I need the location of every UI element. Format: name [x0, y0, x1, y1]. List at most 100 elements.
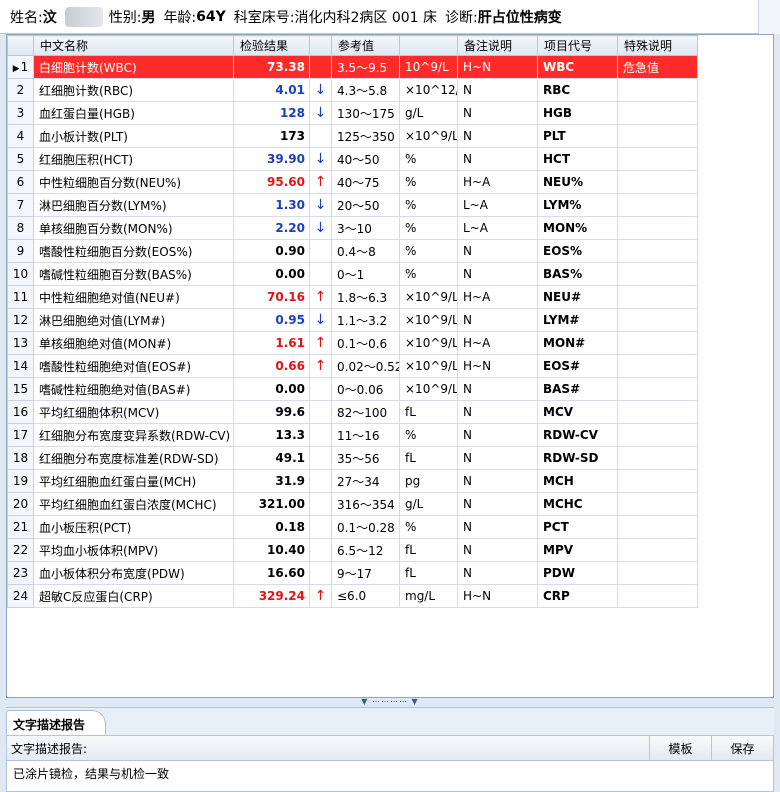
unit[interactable]: ×10^9/L: [399, 377, 458, 401]
item-code[interactable]: BAS#: [537, 377, 618, 401]
test-result[interactable]: 10.40: [233, 538, 310, 562]
unit[interactable]: %: [399, 515, 458, 539]
test-name[interactable]: 平均红细胞血红蛋白浓度(MCHC): [33, 492, 234, 516]
special-note[interactable]: [617, 515, 698, 539]
remark[interactable]: H~A: [457, 331, 538, 355]
remark[interactable]: N: [457, 446, 538, 470]
special-note[interactable]: [617, 285, 698, 309]
item-code[interactable]: WBC: [537, 55, 618, 79]
row-number[interactable]: 16: [7, 400, 34, 424]
item-code[interactable]: HCT: [537, 147, 618, 171]
special-note[interactable]: [617, 469, 698, 493]
table-row[interactable]: 7 淋巴细胞百分数(LYM%) 1.30 ↓ 20～50% L~A LYM%: [7, 193, 698, 217]
item-code[interactable]: PCT: [537, 515, 618, 539]
item-code[interactable]: MON%: [537, 216, 618, 240]
unit[interactable]: fL: [399, 538, 458, 562]
reference-range[interactable]: 3～10: [331, 216, 400, 240]
unit[interactable]: ×10^9/L: [399, 285, 458, 309]
test-result[interactable]: 31.9: [233, 469, 310, 493]
unit[interactable]: g/L: [399, 492, 458, 516]
item-code[interactable]: HGB: [537, 101, 618, 125]
remark[interactable]: N: [457, 492, 538, 516]
reference-range[interactable]: 11～16: [331, 423, 400, 447]
item-code[interactable]: BAS%: [537, 262, 618, 286]
flag-cell[interactable]: [309, 515, 332, 539]
arrow-up-icon[interactable]: ↑: [309, 354, 332, 378]
test-result[interactable]: 0.18: [233, 515, 310, 539]
test-name[interactable]: 中性粒细胞绝对值(NEU#): [33, 285, 234, 309]
flag-cell[interactable]: [309, 469, 332, 493]
header-flag[interactable]: [309, 35, 332, 56]
item-code[interactable]: LYM%: [537, 193, 618, 217]
test-result[interactable]: 1.61: [233, 331, 310, 355]
table-row[interactable]: 11 中性粒细胞绝对值(NEU#) 70.16 ↑ 1.8～6.3 ×10^9/L H~A N…: [7, 285, 698, 309]
arrow-up-icon[interactable]: ↑: [309, 285, 332, 309]
test-name[interactable]: 平均红细胞体积(MCV): [33, 400, 234, 424]
test-result[interactable]: 0.00: [233, 377, 310, 401]
tab-text-report[interactable]: 文字描述报告: [6, 710, 106, 736]
table-row[interactable]: 18 红细胞分布宽度标准差(RDW-SD) 49.1 35～56 fL N RDW-SD: [7, 446, 698, 470]
unit[interactable]: fL: [399, 400, 458, 424]
reference-range[interactable]: 40～50: [331, 147, 400, 171]
item-code[interactable]: PDW: [537, 561, 618, 585]
test-result[interactable]: 173: [233, 124, 310, 148]
test-name[interactable]: 嗜酸性粒细胞百分数(EOS%): [33, 239, 234, 263]
test-result[interactable]: 4.01: [233, 78, 310, 102]
remark[interactable]: N: [457, 101, 538, 125]
row-number[interactable]: 2: [7, 78, 34, 102]
reference-range[interactable]: 27～34: [331, 469, 400, 493]
special-note[interactable]: [617, 446, 698, 470]
save-button[interactable]: 保存: [711, 736, 773, 760]
special-note[interactable]: [617, 423, 698, 447]
flag-cell[interactable]: [309, 55, 332, 79]
special-note[interactable]: [617, 377, 698, 401]
item-code[interactable]: RDW-CV: [537, 423, 618, 447]
item-code[interactable]: MPV: [537, 538, 618, 562]
unit[interactable]: pg: [399, 469, 458, 493]
header-result[interactable]: 检验结果: [233, 35, 310, 56]
flag-cell[interactable]: [309, 492, 332, 516]
test-name[interactable]: 单核细胞百分数(MON%): [33, 216, 234, 240]
row-number[interactable]: 12: [7, 308, 34, 332]
table-row[interactable]: 17 红细胞分布宽度变异系数(RDW-CV) 13.3 11～16% N RDW-CV: [7, 423, 698, 447]
item-code[interactable]: MCH: [537, 469, 618, 493]
item-code[interactable]: EOS%: [537, 239, 618, 263]
remark[interactable]: N: [457, 423, 538, 447]
remark[interactable]: N: [457, 515, 538, 539]
special-note[interactable]: [617, 216, 698, 240]
remark[interactable]: N: [457, 124, 538, 148]
unit[interactable]: ×10^9/L: [399, 331, 458, 355]
reference-range[interactable]: ≤6.0: [331, 584, 400, 608]
table-row[interactable]: 12 淋巴细胞绝对值(LYM#) 0.95 ↓ 1.1～3.2 ×10^9/L N LYM#: [7, 308, 698, 332]
test-name[interactable]: 嗜酸性粒细胞绝对值(EOS#): [33, 354, 234, 378]
test-name[interactable]: 红细胞计数(RBC): [33, 78, 234, 102]
item-code[interactable]: MON#: [537, 331, 618, 355]
reference-range[interactable]: 316～354: [331, 492, 400, 516]
remark[interactable]: L~A: [457, 216, 538, 240]
table-row[interactable]: 19 平均红细胞血红蛋白量(MCH) 31.9 27～34 pg N MCH: [7, 469, 698, 493]
row-number[interactable]: 14: [7, 354, 34, 378]
remark[interactable]: H~N: [457, 55, 538, 79]
row-number[interactable]: 9: [7, 239, 34, 263]
splitter-grip-icon[interactable]: ▼ ⋯⋯⋯⋯ ▼: [6, 698, 774, 706]
test-name[interactable]: 单核细胞绝对值(MON#): [33, 331, 234, 355]
test-result[interactable]: 0.90: [233, 239, 310, 263]
test-name[interactable]: 嗜碱性粒细胞绝对值(BAS#): [33, 377, 234, 401]
remark[interactable]: N: [457, 377, 538, 401]
results-grid[interactable]: 中文名称 检验结果 参考值 备注说明 项目代号 特殊说明 ▶1 白细胞计数(WBC…: [6, 34, 774, 698]
flag-cell[interactable]: [309, 423, 332, 447]
row-number[interactable]: 7: [7, 193, 34, 217]
row-number[interactable]: 6: [7, 170, 34, 194]
table-row[interactable]: 13 单核细胞绝对值(MON#) 1.61 ↑ 0.1～0.6 ×10^9/L H~A MON…: [7, 331, 698, 355]
row-number[interactable]: 21: [7, 515, 34, 539]
reference-range[interactable]: 0.1～0.6: [331, 331, 400, 355]
test-name[interactable]: 嗜碱性粒细胞百分数(BAS%): [33, 262, 234, 286]
reference-range[interactable]: 35～56: [331, 446, 400, 470]
special-note[interactable]: [617, 492, 698, 516]
test-result[interactable]: 321.00: [233, 492, 310, 516]
test-name[interactable]: 白细胞计数(WBC): [33, 55, 234, 79]
test-result[interactable]: 99.6: [233, 400, 310, 424]
reference-range[interactable]: 6.5～12: [331, 538, 400, 562]
unit[interactable]: 10^9/L: [399, 55, 458, 79]
test-result[interactable]: 0.00: [233, 262, 310, 286]
